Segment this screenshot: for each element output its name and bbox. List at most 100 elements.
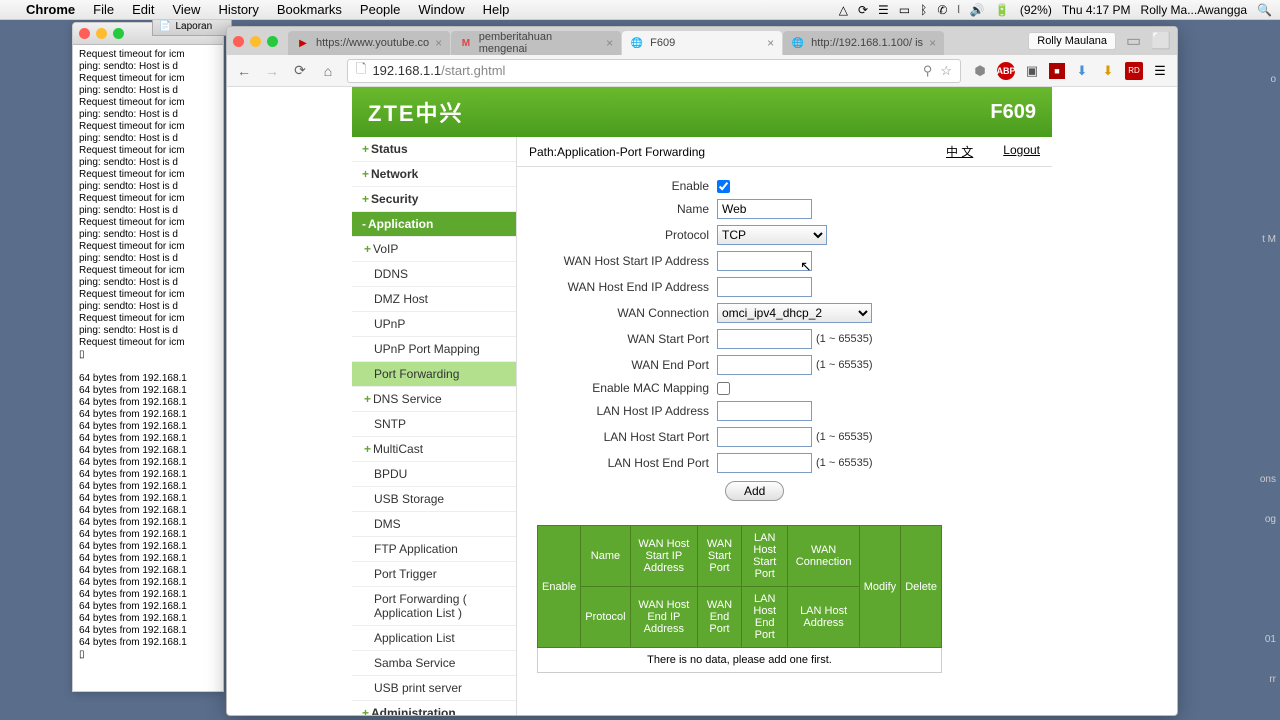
nav-dms[interactable]: DMS: [352, 512, 516, 537]
nav-fwdlist[interactable]: Port Forwarding ( Application List ): [352, 587, 516, 626]
tab-close-icon[interactable]: ×: [767, 36, 774, 50]
close-icon[interactable]: [79, 28, 90, 39]
lang-link[interactable]: 中 文: [946, 143, 973, 160]
nav-multicast[interactable]: MultiCast: [352, 437, 516, 462]
label-lan-end-port: LAN Host End Port: [537, 456, 717, 470]
volume-icon[interactable]: 🔊: [970, 3, 985, 17]
minimize-icon[interactable]: [96, 28, 107, 39]
wan-start-port-field[interactable]: [717, 329, 812, 349]
ext-icon[interactable]: ▣: [1023, 62, 1041, 80]
nav-status[interactable]: Status: [352, 137, 516, 162]
tab-close-icon[interactable]: ×: [929, 36, 936, 50]
name-field[interactable]: [717, 199, 812, 219]
menu-bookmarks[interactable]: Bookmarks: [277, 2, 342, 17]
lan-ip-field[interactable]: [717, 401, 812, 421]
forward-button[interactable]: →: [263, 62, 281, 80]
enable-checkbox[interactable]: [717, 180, 730, 193]
ext-icon[interactable]: ⬢: [971, 62, 989, 80]
logout-link[interactable]: Logout: [1003, 143, 1040, 160]
sync-icon[interactable]: ⟳: [858, 3, 868, 17]
spotlight-icon[interactable]: 🔍: [1257, 3, 1272, 17]
wan-end-port-field[interactable]: [717, 355, 812, 375]
wan-start-ip-field[interactable]: [717, 251, 812, 271]
download-icon[interactable]: ⬇: [1099, 62, 1117, 80]
tab-router[interactable]: 🌐F609×: [622, 31, 782, 55]
bookmark-icon[interactable]: ☆: [940, 63, 952, 79]
adblock-icon[interactable]: ABP: [997, 62, 1015, 80]
zoom-icon[interactable]: [113, 28, 124, 39]
table-empty-msg: There is no data, please add one first.: [538, 648, 942, 673]
terminal-window[interactable]: Request timeout for icm ping: sendto: Ho…: [72, 22, 224, 692]
menu-people[interactable]: People: [360, 2, 400, 17]
tab-gmail[interactable]: Mpemberitahuan mengenai×: [451, 31, 621, 55]
lan-end-port-field[interactable]: [717, 453, 812, 473]
menu-view[interactable]: View: [172, 2, 200, 17]
tab-close-icon[interactable]: ×: [606, 36, 613, 50]
bluetooth-icon[interactable]: ᛒ: [920, 3, 927, 17]
user-name[interactable]: Rolly Ma...Awangga: [1141, 3, 1248, 17]
minimize-icon[interactable]: [250, 36, 261, 47]
ext-icon[interactable]: ⬇: [1073, 62, 1091, 80]
display-icon[interactable]: ▭: [899, 3, 910, 17]
back-button[interactable]: ←: [235, 62, 253, 80]
add-button[interactable]: Add: [725, 481, 784, 501]
nav-usb[interactable]: USB Storage: [352, 487, 516, 512]
nav-bpdu[interactable]: BPDU: [352, 462, 516, 487]
nav-upnp[interactable]: UPnP: [352, 312, 516, 337]
menu-window[interactable]: Window: [418, 2, 464, 17]
chrome-menu-icon[interactable]: ☰: [1151, 62, 1169, 80]
nav-samba[interactable]: Samba Service: [352, 651, 516, 676]
nav-portfwd[interactable]: Port Forwarding: [352, 362, 516, 387]
app-name[interactable]: Chrome: [26, 2, 75, 17]
menu-history[interactable]: History: [218, 2, 258, 17]
tab-lan[interactable]: 🌐http://192.168.1.100/ is×: [783, 31, 944, 55]
phone-icon[interactable]: ✆: [937, 3, 947, 17]
wifi-icon[interactable]: ⧙: [957, 2, 960, 17]
label-wan-end-ip: WAN Host End IP Address: [537, 280, 717, 294]
nav-security[interactable]: Security: [352, 187, 516, 212]
battery-icon[interactable]: 🔋: [995, 3, 1010, 17]
protocol-select[interactable]: TCP: [717, 225, 827, 245]
th-wan-end-ip: WAN Host End IP Address: [630, 587, 697, 648]
translate-icon[interactable]: ⚲: [923, 63, 933, 79]
chrome-user-chip[interactable]: Rolly Maulana: [1028, 32, 1116, 50]
reload-button[interactable]: ⟳: [291, 62, 309, 80]
nav-upnpmap[interactable]: UPnP Port Mapping: [352, 337, 516, 362]
nav-application[interactable]: Application: [352, 212, 516, 237]
menu-help[interactable]: Help: [483, 2, 510, 17]
clock[interactable]: Thu 4:17 PM: [1062, 3, 1131, 17]
mac-checkbox[interactable]: [717, 382, 730, 395]
home-button[interactable]: ⌂: [319, 62, 337, 80]
nav-applist[interactable]: Application List: [352, 626, 516, 651]
minimize-window-icon[interactable]: ▭: [1126, 31, 1141, 51]
port-hint: (1 ~ 65535): [816, 359, 873, 371]
address-bar[interactable]: 🗋 192.168.1.1/start.ghtml ⚲ ☆: [347, 59, 961, 83]
tab-youtube[interactable]: ▶https://www.youtube.co×: [288, 31, 450, 55]
nav-ftp[interactable]: FTP Application: [352, 537, 516, 562]
menu-edit[interactable]: Edit: [132, 2, 154, 17]
menu-file[interactable]: File: [93, 2, 114, 17]
close-icon[interactable]: [233, 36, 244, 47]
nav-trigger[interactable]: Port Trigger: [352, 562, 516, 587]
menu-icon[interactable]: ☰: [878, 3, 889, 17]
nav-dns[interactable]: DNS Service: [352, 387, 516, 412]
label-wan-start-port: WAN Start Port: [537, 332, 717, 346]
wan-end-ip-field[interactable]: [717, 277, 812, 297]
nav-ddns[interactable]: DDNS: [352, 262, 516, 287]
tab-close-icon[interactable]: ×: [435, 36, 442, 50]
ext-icon[interactable]: RD: [1125, 62, 1143, 80]
lan-start-port-field[interactable]: [717, 427, 812, 447]
gdrive-icon[interactable]: △: [839, 3, 848, 17]
youtube-icon: ▶: [296, 36, 310, 50]
maximize-window-icon[interactable]: ⬜: [1151, 31, 1171, 51]
tab-label: F609: [650, 37, 675, 49]
nav-network[interactable]: Network: [352, 162, 516, 187]
nav-sntp[interactable]: SNTP: [352, 412, 516, 437]
wan-conn-select[interactable]: omci_ipv4_dhcp_2: [717, 303, 872, 323]
nav-admin[interactable]: Administration: [352, 701, 516, 715]
nav-voip[interactable]: VoIP: [352, 237, 516, 262]
ext-icon[interactable]: ■: [1049, 63, 1065, 79]
zoom-icon[interactable]: [267, 36, 278, 47]
nav-dmz[interactable]: DMZ Host: [352, 287, 516, 312]
nav-usbprint[interactable]: USB print server: [352, 676, 516, 701]
